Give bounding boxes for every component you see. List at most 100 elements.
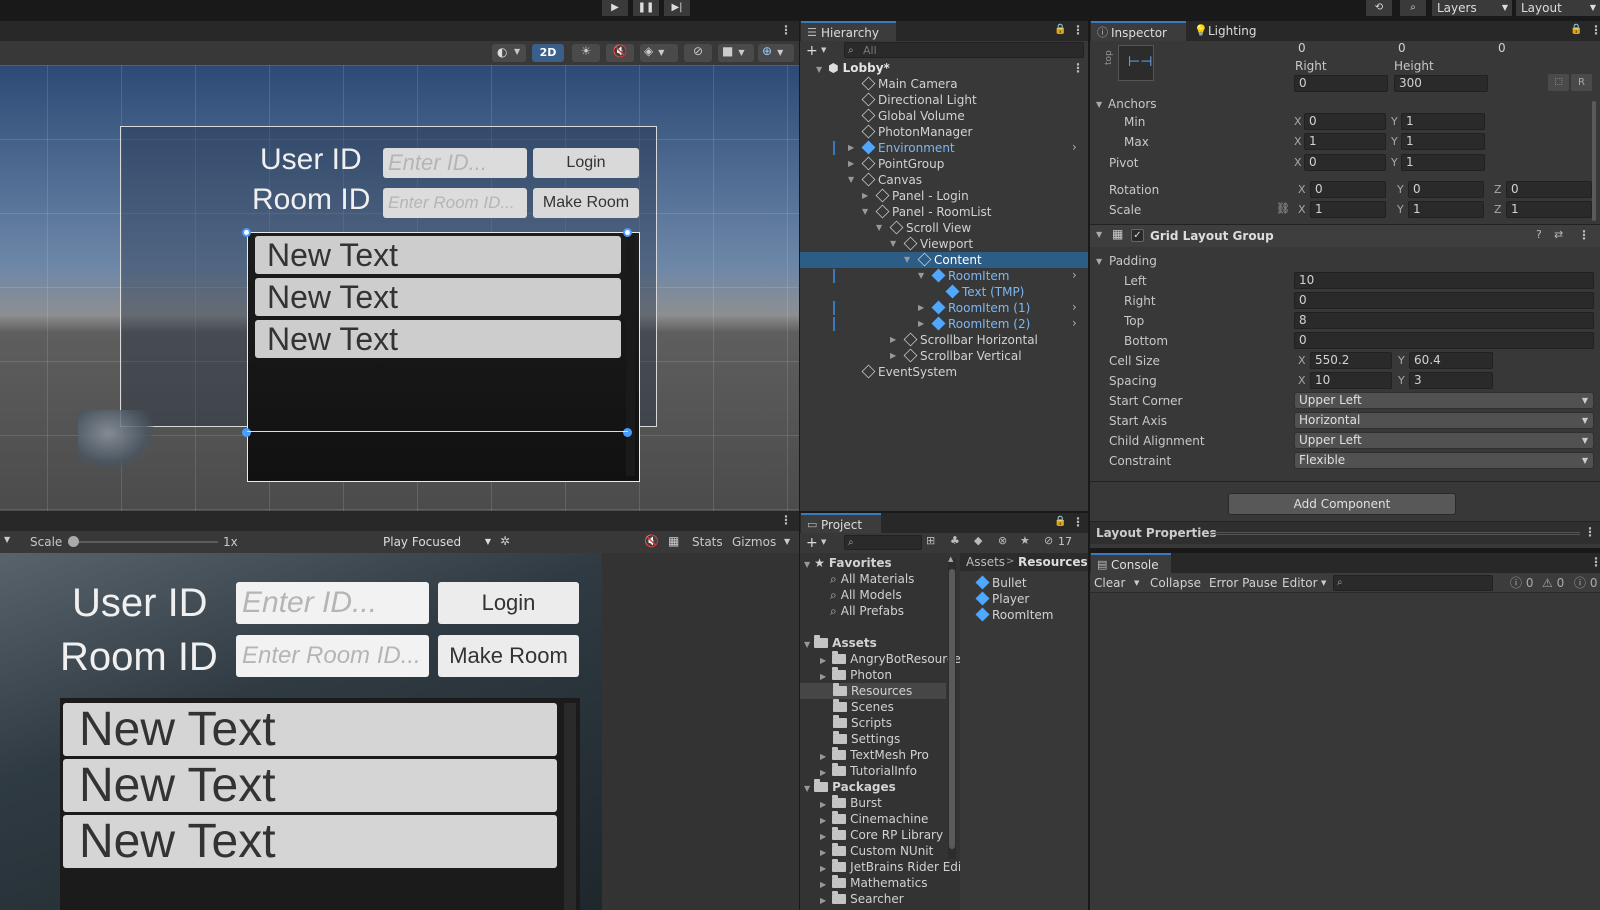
favorites-header[interactable]: ▼ ★ Favorites [804, 555, 892, 571]
hierarchy-scene-root[interactable]: ▼ ⬢ Lobby* [816, 60, 890, 76]
right-field[interactable]: 0 [1294, 75, 1388, 92]
pivot-y-field[interactable]: 1 [1401, 154, 1485, 171]
hierarchy-item[interactable]: EventSystem [861, 364, 957, 380]
undo-history-button[interactable]: ⟲ [1366, 0, 1392, 16]
kebab-menu-icon[interactable]: ⋮ [1072, 515, 1084, 529]
child-alignment-dropdown[interactable]: Upper Left ▼ [1294, 432, 1594, 449]
foldout-arrow-icon[interactable]: ▼ [1096, 257, 1102, 266]
hierarchy-item[interactable]: PhotonManager [861, 124, 972, 140]
expand-arrow-icon[interactable]: ▶ [820, 864, 826, 873]
search-button[interactable]: ⌕ [1400, 0, 1426, 16]
bug-icon[interactable]: ✲ [500, 534, 510, 548]
hierarchy-item[interactable]: Scrollbar Vertical [903, 348, 1022, 364]
component-header[interactable]: ▼ ▦ ✓ Grid Layout Group ? ⇄ ⋮ [1090, 225, 1600, 247]
expand-arrow-icon[interactable]: ▶ [820, 880, 826, 889]
hierarchy-item[interactable]: Scrollbar Horizontal [903, 332, 1038, 348]
kebab-menu-icon[interactable]: ⋮ [1584, 525, 1596, 539]
filter-icon[interactable]: ♣ [950, 534, 960, 547]
padding-bottom-field[interactable]: 0 [1294, 332, 1594, 349]
favorite-item[interactable]: ⌕ All Prefabs [830, 603, 904, 619]
anchor-min-x-field[interactable]: 0 [1304, 113, 1386, 130]
expand-arrow-icon[interactable]: ▼ [804, 560, 810, 569]
package-folder[interactable]: ▶ JetBrains Rider Edit [820, 859, 966, 875]
game-scrollbar-vertical[interactable] [564, 703, 576, 910]
chevron-down-icon[interactable]: ▼ [1321, 579, 1326, 587]
cell-size-y-field[interactable]: 60.4 [1409, 352, 1493, 369]
expand-arrow-icon[interactable]: ▶ [862, 191, 868, 200]
draw-mode-button[interactable]: ◐ ▼ [492, 44, 526, 62]
rotation-y-field[interactable]: 0 [1408, 181, 1484, 198]
game-user-id-input[interactable]: Enter ID... [236, 582, 429, 624]
splitter[interactable] [1090, 548, 1600, 553]
help-icon[interactable]: ? [1536, 228, 1542, 241]
hierarchy-item[interactable]: Panel - RoomList [875, 204, 991, 220]
layers-dropdown[interactable]: Layers ▼ [1432, 0, 1512, 16]
lighting-toggle[interactable]: ☀ [572, 44, 600, 62]
label-icon[interactable]: ◆ [974, 534, 982, 547]
package-folder[interactable]: ▶ Core RP Library [820, 827, 943, 843]
project-search-input[interactable]: ⌕ [844, 535, 922, 550]
scale-z-field[interactable]: 1 [1506, 201, 1592, 218]
kebab-menu-icon[interactable]: ⋮ [1590, 23, 1600, 37]
scene-make-room-button[interactable]: Make Room [533, 188, 639, 218]
tab-hierarchy[interactable]: ☰ Hierarchy [801, 21, 896, 41]
scene-login-button[interactable]: Login [533, 148, 639, 178]
kebab-menu-icon[interactable]: ⋮ [1072, 61, 1084, 75]
package-folder[interactable]: ▶ Mathematics [820, 875, 928, 891]
kebab-menu-icon[interactable]: ⋮ [780, 23, 792, 37]
cell-size-x-field[interactable]: 550.2 [1310, 352, 1392, 369]
asset-file[interactable]: RoomItem [975, 607, 1054, 623]
constrain-proportions-icon[interactable]: ⛓ [1276, 202, 1290, 215]
visibility-toggle[interactable]: ⊘ [684, 44, 712, 62]
blueprint-mode-button[interactable]: ⬚ [1548, 74, 1569, 91]
project-tree-scrollbar[interactable]: ▲ [948, 555, 956, 859]
chevron-right-icon[interactable]: › [1072, 268, 1077, 282]
preset-icon[interactable]: ⇄ [1554, 228, 1563, 241]
hierarchy-item[interactable]: Panel - Login [875, 188, 969, 204]
asset-folder[interactable]: Settings [820, 731, 900, 747]
inspector-scrollbar[interactable] [1592, 101, 1596, 221]
add-icon[interactable]: + [806, 43, 818, 59]
expand-arrow-icon[interactable]: ▶ [820, 816, 826, 825]
pause-button[interactable]: ❚❚ [633, 0, 659, 16]
log-filter-toggle[interactable]: ⓘ 0 [1510, 573, 1533, 593]
raw-edit-button[interactable]: R [1571, 74, 1592, 91]
expand-arrow-icon[interactable]: ▼ [804, 640, 810, 649]
layout-properties-header[interactable]: Layout Properties ⋮ [1090, 522, 1600, 544]
hierarchy-item[interactable]: Main Camera [861, 76, 958, 92]
splitter[interactable] [1088, 21, 1090, 910]
scene-viewport[interactable]: User ID Room ID Enter ID... Enter Room I… [0, 65, 799, 511]
pos-y-field[interactable]: 0 [1394, 41, 1488, 58]
kebab-menu-icon[interactable]: ⋮ [1072, 23, 1084, 37]
hierarchy-item[interactable]: RoomItem [931, 268, 1010, 284]
hierarchy-item[interactable]: Directional Light [861, 92, 977, 108]
expand-arrow-icon[interactable]: ▼ [890, 239, 896, 248]
padding-top-field[interactable]: 8 [1294, 312, 1594, 329]
camera-settings-button[interactable]: ■ ▼ [718, 44, 754, 62]
expand-arrow-icon[interactable]: ▼ [876, 223, 882, 232]
audio-toggle[interactable]: 🔇 [606, 44, 634, 62]
expand-arrow-icon[interactable]: ▼ [848, 175, 854, 184]
foldout-arrow-icon[interactable]: ▼ [1096, 100, 1102, 109]
hierarchy-item[interactable]: Text (TMP) [945, 284, 1024, 300]
scale-x-field[interactable]: 1 [1310, 201, 1386, 218]
step-button[interactable]: ▶| [664, 0, 690, 16]
effects-toggle[interactable]: ◈ ▼ [640, 44, 678, 62]
kebab-menu-icon[interactable]: ⋮ [780, 513, 792, 527]
scene-room-id-input[interactable]: Enter Room ID... [383, 188, 527, 218]
anchor-max-x-field[interactable]: 1 [1304, 133, 1386, 150]
expand-arrow-icon[interactable]: ▶ [848, 143, 854, 152]
padding-left-field[interactable]: 10 [1294, 272, 1594, 289]
expand-arrow-icon[interactable]: ▶ [820, 800, 826, 809]
hierarchy-item[interactable]: Canvas [861, 172, 922, 188]
anchor-preset-button[interactable]: ⊢⊣ [1118, 45, 1154, 81]
search-by-type-icon[interactable]: ⊞ [926, 534, 935, 547]
add-component-button[interactable]: Add Component [1228, 493, 1456, 515]
chevron-down-icon[interactable]: ▼ [821, 538, 826, 546]
assets-header[interactable]: ▼ Assets [804, 635, 877, 651]
mute-audio-icon[interactable]: 🔇 [644, 534, 659, 548]
error-filter-toggle[interactable]: ⓘ 0 [1574, 573, 1597, 593]
asset-folder[interactable]: Scenes [820, 699, 894, 715]
expand-arrow-icon[interactable]: ▶ [890, 335, 896, 344]
warning-filter-toggle[interactable]: ⚠ 0 [1542, 573, 1564, 593]
